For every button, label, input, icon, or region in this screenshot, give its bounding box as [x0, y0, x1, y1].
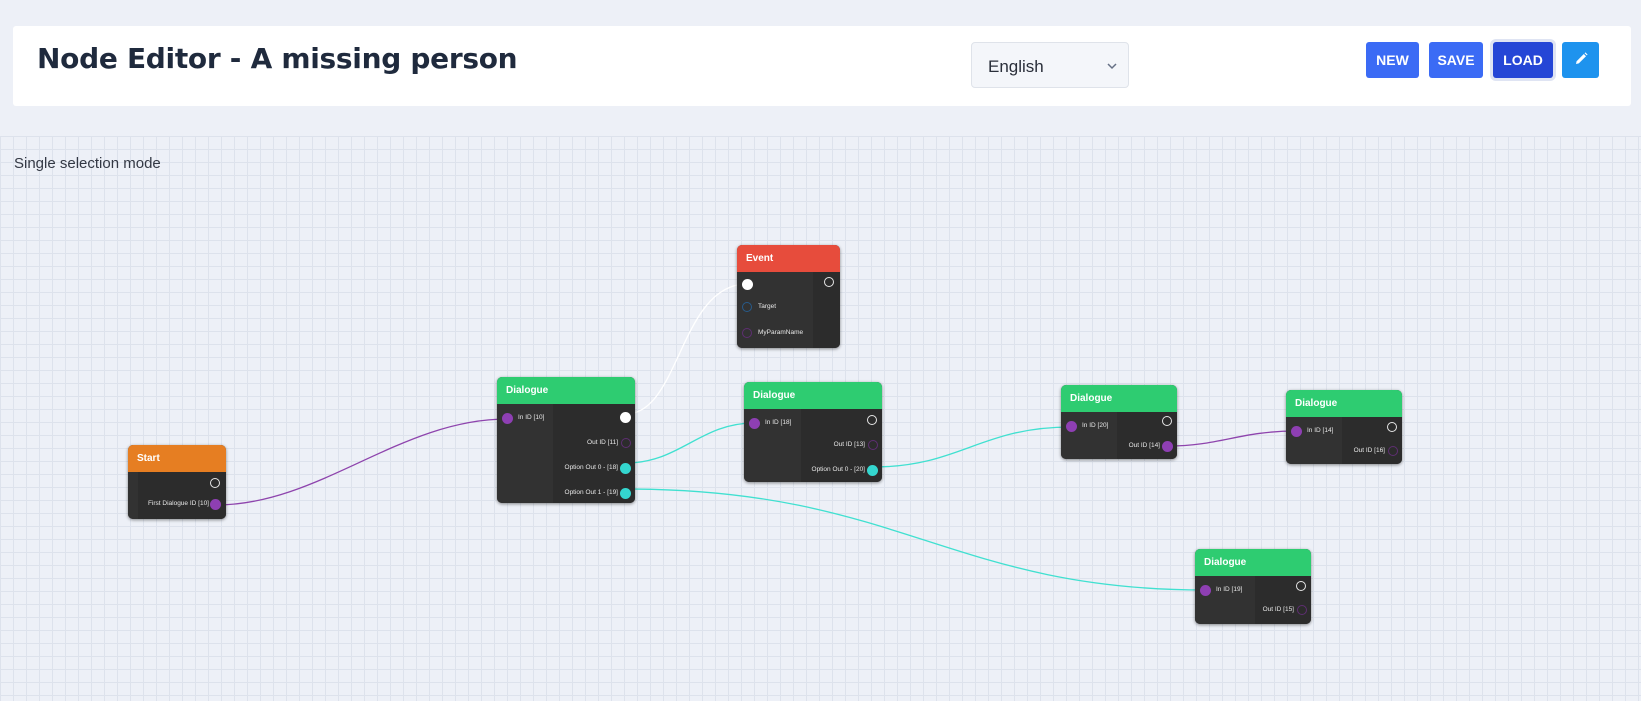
input-port[interactable]: [502, 413, 513, 424]
input-port[interactable]: [1066, 421, 1077, 432]
output-port[interactable]: [1388, 446, 1398, 456]
edit-button[interactable]: [1562, 42, 1599, 78]
dialogue-node[interactable]: Dialogue In ID [20] Out ID [14]: [1061, 385, 1177, 459]
output-port[interactable]: [867, 465, 878, 476]
node-title: Dialogue: [1195, 549, 1311, 576]
port-label: In ID [18]: [765, 419, 792, 426]
flow-out-port[interactable]: [210, 478, 220, 488]
flow-out-port[interactable]: [867, 415, 877, 425]
input-port[interactable]: [1291, 426, 1302, 437]
new-button[interactable]: NEW: [1366, 42, 1419, 78]
output-port[interactable]: [621, 438, 631, 448]
port-label: Out ID [16]: [1353, 447, 1385, 454]
port-label: In ID [19]: [1216, 586, 1243, 593]
input-port[interactable]: [742, 328, 752, 338]
port-label: First Dialogue ID [10]: [147, 500, 209, 507]
port-label: Out ID [13]: [833, 441, 865, 448]
flow-in-port[interactable]: [742, 279, 753, 290]
save-button[interactable]: SAVE: [1429, 42, 1483, 78]
node-title: Dialogue: [744, 382, 882, 409]
flow-out-port[interactable]: [1162, 416, 1172, 426]
output-port[interactable]: [868, 440, 878, 450]
port-label: Target: [758, 303, 777, 310]
port-label: In ID [10]: [518, 414, 545, 421]
flow-out-port[interactable]: [1296, 581, 1306, 591]
pencil-icon: [1573, 51, 1589, 70]
start-node[interactable]: Start First Dialogue ID [10]: [128, 445, 226, 519]
node-title: Dialogue: [497, 377, 635, 404]
output-port[interactable]: [210, 499, 221, 510]
dialogue-node[interactable]: Dialogue In ID [19] Out ID [15]: [1195, 549, 1311, 624]
port-label: Option Out 0 - [18]: [564, 464, 618, 471]
port-label: Option Out 0 - [20]: [811, 466, 865, 473]
flow-out-port[interactable]: [620, 412, 631, 423]
port-label: In ID [14]: [1307, 427, 1334, 434]
port-label: Out ID [15]: [1262, 606, 1294, 613]
page-title: Node Editor - A missing person: [37, 42, 518, 75]
port-label: In ID [20]: [1082, 422, 1109, 429]
language-select[interactable]: English: [971, 42, 1129, 88]
port-label: Out ID [11]: [587, 439, 618, 446]
dialogue-node[interactable]: Dialogue In ID [10] Out ID [11] Option O…: [497, 377, 635, 503]
node-title: Event: [737, 245, 840, 272]
dialogue-node[interactable]: Dialogue In ID [18] Out ID [13] Option O…: [744, 382, 882, 482]
output-port[interactable]: [620, 488, 631, 499]
node-title: Dialogue: [1286, 390, 1402, 417]
dialogue-node[interactable]: Dialogue In ID [14] Out ID [16]: [1286, 390, 1402, 464]
event-node[interactable]: Event Target MyParamName: [737, 245, 840, 348]
header-bar: Node Editor - A missing person English N…: [13, 26, 1631, 106]
node-title: Dialogue: [1061, 385, 1177, 412]
chevron-down-icon: [1106, 59, 1118, 77]
load-button[interactable]: LOAD: [1493, 42, 1553, 78]
port-label: Out ID [14]: [1128, 442, 1160, 449]
input-port[interactable]: [742, 302, 752, 312]
flow-out-port[interactable]: [1387, 422, 1397, 432]
output-port[interactable]: [620, 463, 631, 474]
selection-mode-label: Single selection mode: [14, 155, 161, 172]
port-label: Option Out 1 - [19]: [564, 489, 618, 496]
output-port[interactable]: [1297, 605, 1307, 615]
flow-out-port[interactable]: [824, 277, 834, 287]
input-port[interactable]: [749, 418, 760, 429]
output-port[interactable]: [1162, 441, 1173, 452]
port-label: MyParamName: [758, 329, 804, 336]
language-select-value: English: [988, 57, 1044, 76]
input-port[interactable]: [1200, 585, 1211, 596]
node-title: Start: [128, 445, 226, 472]
